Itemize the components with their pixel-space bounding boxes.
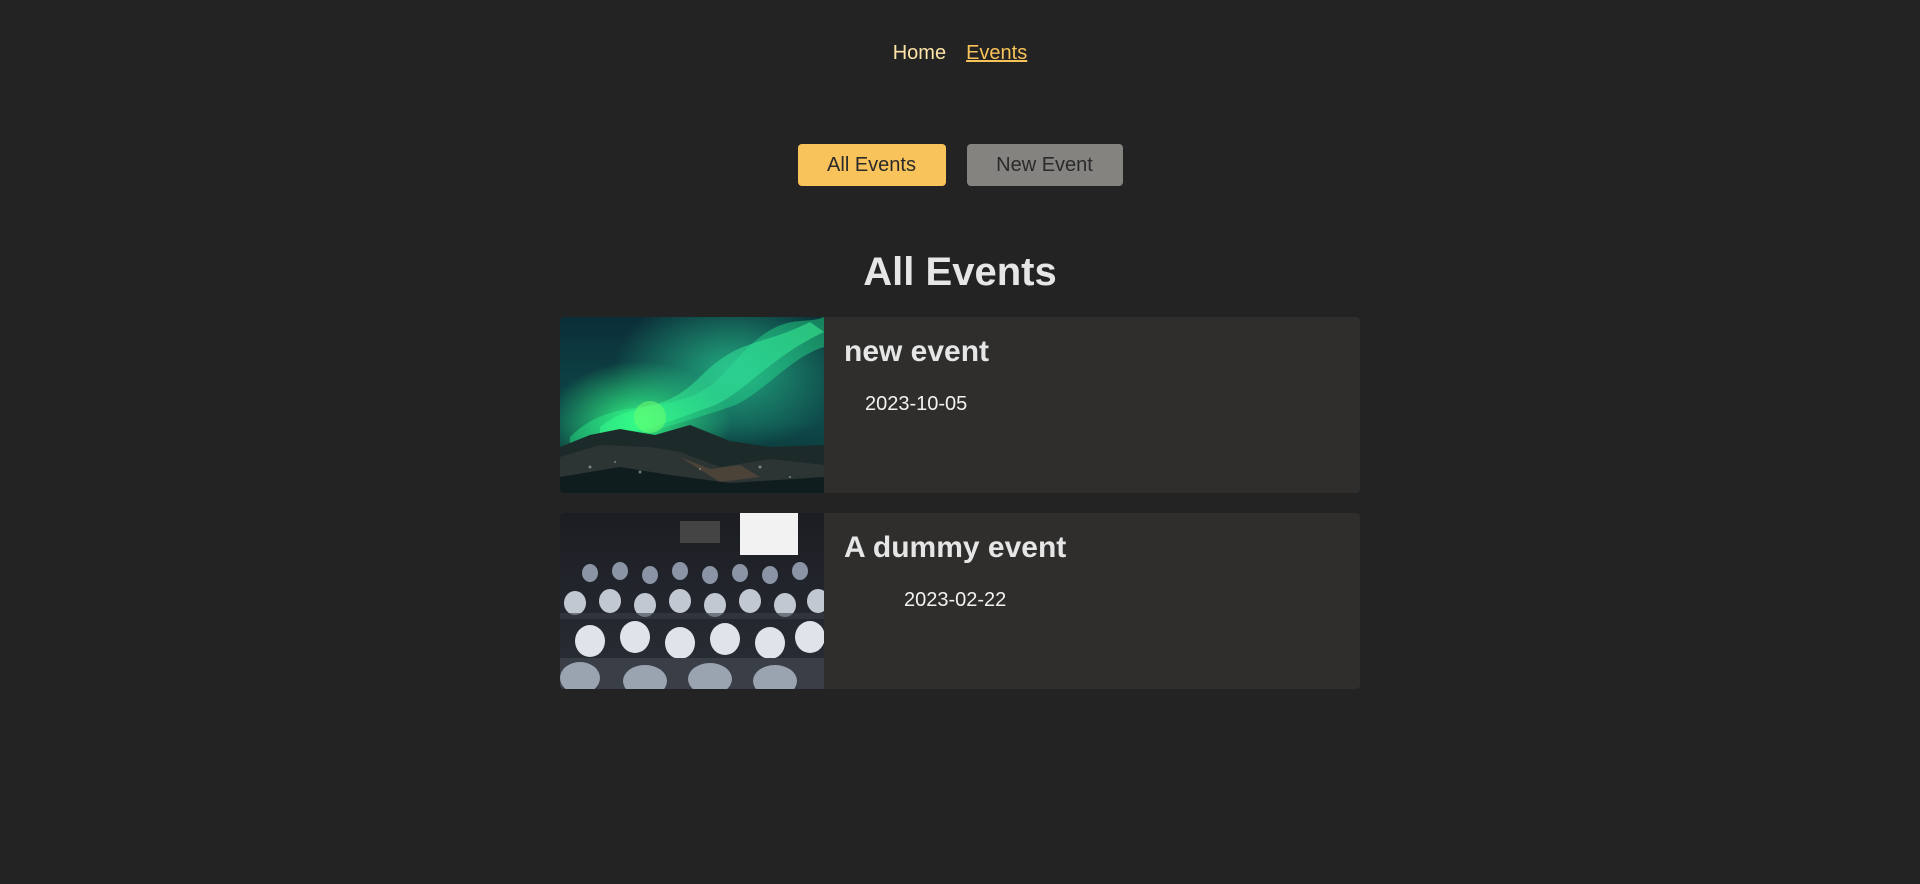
event-card[interactable]: new event 2023-10-05 xyxy=(560,317,1360,493)
event-image-audience xyxy=(560,513,824,689)
event-title[interactable]: A dummy event xyxy=(844,531,1066,565)
new-event-button[interactable]: New Event xyxy=(966,144,1123,186)
page-title: All Events xyxy=(863,250,1057,294)
event-list: new event 2023-10-05 A dummy event 2023-… xyxy=(560,317,1360,709)
event-date: 2023-10-05 xyxy=(865,393,968,415)
event-body: A dummy event 2023-02-22 xyxy=(824,513,1086,689)
event-actions: All Events New Event xyxy=(0,144,1920,186)
event-title[interactable]: new event xyxy=(844,335,989,369)
nav-link-events[interactable]: Events xyxy=(966,42,1027,65)
event-body: new event 2023-10-05 xyxy=(824,317,1009,493)
event-date: 2023-02-22 xyxy=(904,589,1007,611)
event-card[interactable]: A dummy event 2023-02-22 xyxy=(560,513,1360,689)
event-image-aurora xyxy=(560,317,824,493)
main-navigation: Home Events xyxy=(0,42,1920,65)
nav-link-home[interactable]: Home xyxy=(893,42,946,65)
all-events-button[interactable]: All Events xyxy=(797,144,946,186)
